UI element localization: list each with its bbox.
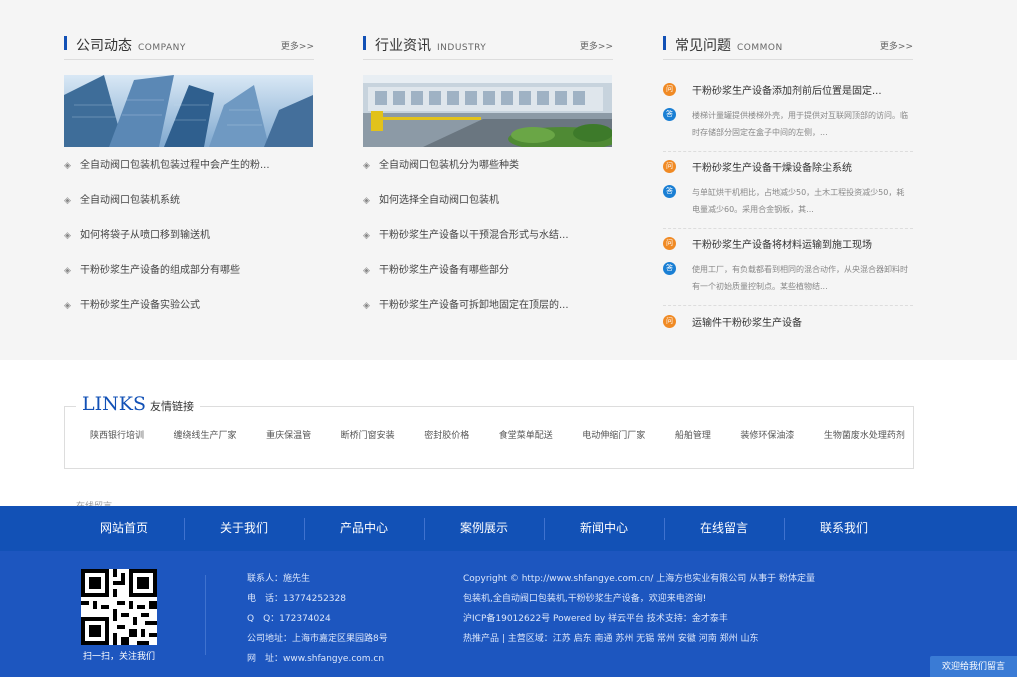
industry-news-column: 行业资讯 INDUSTRY 更多>> ◈ 全自动阀口包装机分为哪些种类 ◈ 如何…	[363, 0, 613, 360]
footer-info: 扫一扫，关注我们 联系人：施先生 电 话：13774252328 Q Q：172…	[0, 551, 1017, 677]
list-item[interactable]: ◈ 全自动阀口包装机系统	[64, 193, 314, 228]
title-accent-bar	[363, 36, 366, 50]
title-accent-bar	[64, 36, 67, 50]
column-header: 行业资讯 INDUSTRY 更多>>	[363, 0, 613, 60]
bullet-icon: ◈	[64, 196, 71, 206]
column-header: 公司动态 COMPANY 更多>>	[64, 0, 314, 60]
faq-item-partial[interactable]: 问 运输件干粉砂浆生产设备	[663, 314, 913, 328]
list-item[interactable]: ◈ 干粉砂浆生产设备实验公式	[64, 298, 314, 333]
friend-link[interactable]: 生物菌废水处理药剂	[824, 428, 905, 441]
friend-link[interactable]: 重庆保温管	[266, 428, 311, 441]
footer-nav: 网站首页 关于我们 产品中心 案例展示 新闻中心 在线留言 联系我们	[0, 506, 1017, 551]
faq-list: 问 干粉砂浆生产设备添加剂前后位置是固定... 答 楼梯计量罐提供楼梯外壳，用于…	[663, 75, 913, 328]
contact-qq: Q Q：172374024	[247, 614, 331, 624]
friend-link[interactable]: 缠绕线生产厂家	[174, 428, 237, 441]
company-news-column: 公司动态 COMPANY 更多>> ◈ 全自动阀口包装机包装过程中会产生的粉..…	[64, 0, 314, 360]
friend-link[interactable]: 电动伸缩门厂家	[582, 428, 645, 441]
friend-links-list: 陕西银行培训 缠绕线生产厂家 重庆保温管 断桥门窗安装 密封胶价格 食堂菜单配送…	[90, 428, 905, 441]
footer-nav-products[interactable]: 产品中心	[304, 506, 424, 551]
answer-badge-icon: 答	[663, 262, 676, 275]
list-item[interactable]: ◈ 干粉砂浆生产设备可拆卸地固定在顶层的...	[363, 298, 613, 333]
company-news-list: ◈ 全自动阀口包装机包装过程中会产生的粉... ◈ 全自动阀口包装机系统 ◈ 如何将袋…	[64, 158, 314, 333]
friend-link[interactable]: 食堂菜单配送	[499, 428, 553, 441]
list-item[interactable]: ◈ 如何将袋子从喷口移到输送机	[64, 228, 314, 263]
column-title: 行业资讯 INDUSTRY	[375, 38, 487, 54]
footer-divider	[205, 575, 206, 655]
list-item[interactable]: ◈ 如何选择全自动阀口包装机	[363, 193, 613, 228]
column-title: 常见问题 COMMON	[675, 38, 783, 54]
friend-link[interactable]: 装修环保油漆	[740, 428, 794, 441]
copyright-line: Copyright © http://www.shfangye.com.cn/ …	[463, 574, 815, 584]
contact-info: 联系人：施先生 电 话：13774252328 Q Q：172374024 公司…	[247, 569, 388, 669]
company-news-image[interactable]	[64, 75, 313, 147]
friend-links-heading: LINKS 友情链接	[76, 393, 200, 415]
more-link[interactable]: 更多>>	[880, 39, 913, 52]
copyright-info: Copyright © http://www.shfangye.com.cn/ …	[463, 569, 815, 649]
footer-nav-about[interactable]: 关于我们	[184, 506, 304, 551]
list-item[interactable]: ◈ 干粉砂浆生产设备以干预混合形式与水结...	[363, 228, 613, 263]
bullet-icon: ◈	[64, 161, 71, 171]
news-section: 公司动态 COMPANY 更多>> ◈ 全自动阀口包装机包装过程中会产生的粉..…	[0, 0, 1017, 360]
industry-news-image[interactable]	[363, 75, 612, 147]
footer-nav-news[interactable]: 新闻中心	[544, 506, 664, 551]
footer-nav-message[interactable]: 在线留言	[664, 506, 784, 551]
faq-item[interactable]: 问 干粉砂浆生产设备将材料运输到施工现场 答 使用工厂，有负载都看到相同的混合动…	[663, 229, 913, 306]
bullet-icon: ◈	[363, 196, 370, 206]
footer: 网站首页 关于我们 产品中心 案例展示 新闻中心 在线留言 联系我们 扫一扫，关…	[0, 506, 1017, 677]
faq-item[interactable]: 问 干粉砂浆生产设备干燥设备除尘系统 答 与单缸烘干机相比，占地减少50，土木工…	[663, 152, 913, 229]
answer-badge-icon: 答	[663, 185, 676, 198]
contact-address: 公司地址：上海市嘉定区果园路8号	[247, 634, 388, 644]
bullet-icon: ◈	[363, 301, 370, 311]
more-link[interactable]: 更多>>	[580, 39, 613, 52]
footer-nav-home[interactable]: 网站首页	[64, 506, 184, 551]
region-line: 热推产品 | 主营区域：江苏 启东 南通 苏州 无锡 常州 安徽 河南 郑州 山…	[463, 634, 759, 644]
faq-column: 常见问题 COMMON 更多>> 问 干粉砂浆生产设备添加剂前后位置是固定... …	[663, 0, 913, 360]
faq-item[interactable]: 问 干粉砂浆生产设备添加剂前后位置是固定... 答 楼梯计量罐提供楼梯外壳，用于…	[663, 75, 913, 152]
industry-news-list: ◈ 全自动阀口包装机分为哪些种类 ◈ 如何选择全自动阀口包装机 ◈ 干粉砂浆生产设备以…	[363, 158, 613, 333]
bullet-icon: ◈	[363, 231, 370, 241]
friend-link[interactable]: 船舶管理	[675, 428, 711, 441]
more-link[interactable]: 更多>>	[281, 39, 314, 52]
bullet-icon: ◈	[363, 266, 370, 276]
footer-nav-contact[interactable]: 联系我们	[784, 506, 904, 551]
qr-caption: 扫一扫，关注我们	[82, 652, 155, 662]
contact-person: 联系人：施先生	[247, 574, 311, 584]
friend-link[interactable]: 断桥门窗安装	[341, 428, 395, 441]
question-badge-icon: 问	[663, 237, 676, 250]
friend-link[interactable]: 密封胶价格	[424, 428, 469, 441]
bullet-icon: ◈	[64, 266, 71, 276]
question-badge-icon: 问	[663, 83, 676, 96]
friend-link[interactable]: 陕西银行培训	[90, 428, 144, 441]
icp-line: 沪ICP备19012622号 Powered by 祥云平台 技术支持：金才泰丰	[463, 614, 728, 624]
list-item[interactable]: ◈ 干粉砂浆生产设备有哪些部分	[363, 263, 613, 298]
contact-phone: 电 话：13774252328	[247, 594, 346, 604]
question-badge-icon: 问	[663, 160, 676, 173]
list-item[interactable]: ◈ 全自动阀口包装机分为哪些种类	[363, 158, 613, 193]
bullet-icon: ◈	[363, 161, 370, 171]
title-accent-bar	[663, 36, 666, 50]
column-title: 公司动态 COMPANY	[76, 38, 186, 54]
bullet-icon: ◈	[64, 301, 71, 311]
footer-nav-cases[interactable]: 案例展示	[424, 506, 544, 551]
site-map-link[interactable]: 在线留言	[76, 499, 112, 506]
answer-badge-icon: 答	[663, 108, 676, 121]
list-item[interactable]: ◈ 全自动阀口包装机包装过程中会产生的粉...	[64, 158, 314, 193]
bullet-icon: ◈	[64, 231, 71, 241]
column-header: 常见问题 COMMON 更多>>	[663, 0, 913, 60]
question-badge-icon: 问	[663, 315, 676, 328]
list-item[interactable]: ◈ 干粉砂浆生产设备的组成部分有哪些	[64, 263, 314, 298]
leave-message-button[interactable]: 欢迎给我们留言	[930, 656, 1017, 677]
qr-code-icon	[81, 569, 157, 645]
copyright-line: 包装机,全自动阀口包装机,干粉砂浆生产设备，欢迎来电咨询!	[463, 594, 707, 604]
contact-website: 网 址：www.shfangye.com.cn	[247, 654, 385, 664]
